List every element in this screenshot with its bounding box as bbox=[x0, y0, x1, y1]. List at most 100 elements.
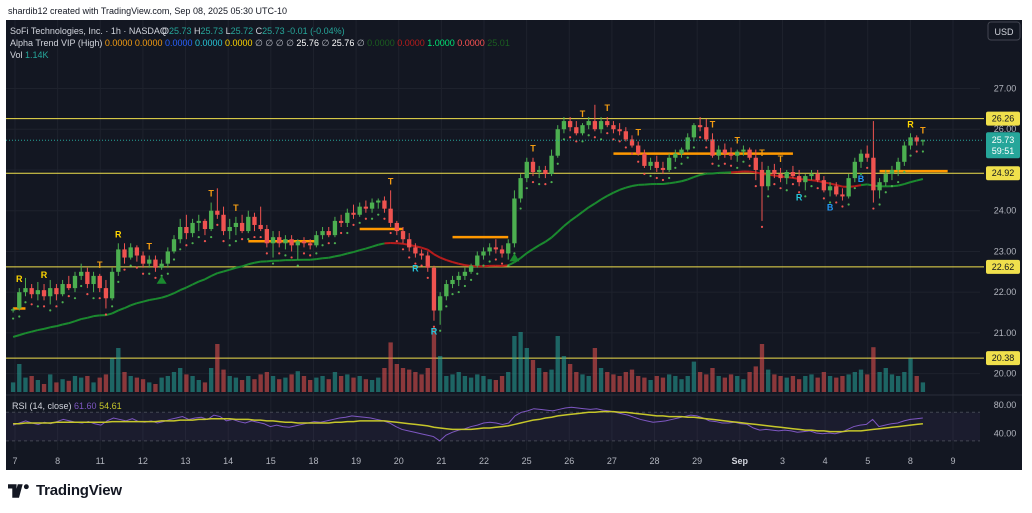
candle-body bbox=[598, 121, 604, 130]
rsi-ma-value: 54.61 bbox=[99, 401, 122, 411]
volume-bar bbox=[834, 377, 839, 392]
time-tick-label: 14 bbox=[223, 456, 233, 466]
trend-segment bbox=[712, 171, 719, 175]
indicator-dot bbox=[760, 225, 764, 228]
candle-body bbox=[834, 186, 839, 195]
volume-bar bbox=[116, 348, 121, 392]
signal-label: B bbox=[827, 202, 834, 212]
trend-segment bbox=[749, 170, 756, 174]
candle-body bbox=[902, 145, 907, 162]
candle-body bbox=[394, 222, 399, 232]
indicator-dot bbox=[779, 187, 782, 190]
volume-bar bbox=[208, 368, 214, 392]
volume-bar bbox=[753, 366, 758, 392]
indicator-dot bbox=[736, 166, 739, 169]
volume-bar bbox=[159, 377, 164, 392]
candle-body bbox=[382, 200, 387, 209]
level-tag-label: 24.92 bbox=[992, 168, 1015, 178]
symbol-title[interactable]: SoFi Technologies, Inc. · 1h · NASDAQ bbox=[10, 26, 167, 36]
trend-segment bbox=[854, 184, 862, 188]
volume-bar bbox=[79, 377, 84, 392]
volume-bar bbox=[425, 368, 430, 392]
indicator-dot bbox=[395, 240, 398, 243]
volume-bar bbox=[165, 376, 170, 392]
candle-body bbox=[407, 239, 412, 248]
rsi-legend[interactable]: RSI (14, close) 61.60 54.61 bbox=[12, 401, 122, 411]
currency-button[interactable]: USD bbox=[987, 21, 1021, 41]
candle-body bbox=[697, 125, 703, 128]
volume-bar bbox=[555, 336, 560, 392]
volume-bar bbox=[902, 372, 907, 392]
indicator-dot bbox=[469, 278, 473, 281]
indicator-dot bbox=[265, 252, 268, 255]
time-tick-label: 9 bbox=[950, 456, 955, 466]
signal-label: T bbox=[580, 109, 586, 119]
time-tick-label: 19 bbox=[351, 456, 361, 466]
attribution-text: shardib12 created with TradingView.com, … bbox=[8, 6, 287, 16]
signal-label: T bbox=[147, 242, 153, 252]
volume-bar bbox=[407, 369, 412, 392]
candle-body bbox=[543, 169, 548, 175]
volume-bar bbox=[852, 372, 857, 392]
volume-bar bbox=[227, 376, 232, 392]
indicator-dot bbox=[117, 280, 120, 283]
ohlc-part: O bbox=[162, 26, 169, 36]
signal-label: T bbox=[710, 119, 716, 129]
volume-bar bbox=[914, 376, 919, 392]
candle-body bbox=[524, 161, 529, 179]
indicator-dot bbox=[420, 264, 423, 267]
volume-bar bbox=[308, 380, 313, 392]
indicator-dot bbox=[49, 309, 52, 312]
volume-bar bbox=[314, 377, 319, 392]
indicator-dot bbox=[810, 185, 813, 188]
candle-body bbox=[685, 137, 690, 150]
volume-bar bbox=[178, 368, 183, 392]
candle-body bbox=[72, 275, 78, 289]
indicator-dot bbox=[284, 254, 287, 257]
indicator-dot bbox=[748, 164, 751, 167]
indicator-dot bbox=[333, 242, 337, 245]
volume-legend[interactable]: Vol 1.14K bbox=[10, 50, 49, 60]
indicator-dot bbox=[55, 305, 58, 308]
volume-bar bbox=[196, 380, 201, 392]
candle-body bbox=[623, 131, 628, 140]
candle-body bbox=[518, 178, 523, 199]
signal-label: B bbox=[858, 174, 865, 184]
volume-bar bbox=[233, 377, 239, 392]
volume-bar bbox=[91, 382, 96, 392]
candle-body bbox=[796, 176, 802, 183]
volume-bar bbox=[215, 344, 220, 392]
candle-body bbox=[264, 229, 270, 244]
alpha-trend-value: ∅ bbox=[321, 38, 331, 48]
indicator-dot bbox=[321, 244, 324, 247]
candle-body bbox=[871, 157, 876, 191]
indicator-dot bbox=[240, 238, 244, 241]
price-chart[interactable]: 27.0026.0025.0024.0023.0022.0021.0020.00… bbox=[0, 0, 1032, 513]
candle-body bbox=[66, 284, 71, 289]
indicator-dot bbox=[278, 252, 281, 255]
indicator-dot bbox=[370, 217, 374, 220]
volume-bar bbox=[636, 376, 641, 392]
volume-bar bbox=[704, 374, 709, 392]
footer-background bbox=[0, 470, 1032, 513]
indicator-dot bbox=[791, 183, 795, 186]
indicator-dot bbox=[909, 154, 912, 157]
signal-label: T bbox=[778, 154, 784, 164]
candle-body bbox=[846, 178, 851, 197]
alpha-trend-legend[interactable]: Alpha Trend VIP (High) 0.0000 0.0000 0.0… bbox=[10, 38, 510, 48]
volume-bar bbox=[809, 374, 814, 392]
candle-body bbox=[79, 271, 84, 276]
candle-body bbox=[574, 127, 579, 134]
alpha-trend-value: 25.76 bbox=[296, 38, 321, 48]
candle-body bbox=[239, 222, 245, 232]
time-tick-label: 8 bbox=[55, 456, 60, 466]
candle-body bbox=[493, 247, 499, 250]
indicator-dot bbox=[191, 242, 194, 245]
signal-label: T bbox=[208, 189, 214, 199]
candle-body bbox=[766, 169, 771, 187]
level-tag-label: 20.38 bbox=[992, 353, 1015, 363]
currency-label: USD bbox=[994, 27, 1014, 37]
volume-bar bbox=[345, 374, 350, 392]
indicator-dot bbox=[401, 248, 405, 251]
indicator-dot bbox=[426, 276, 429, 279]
